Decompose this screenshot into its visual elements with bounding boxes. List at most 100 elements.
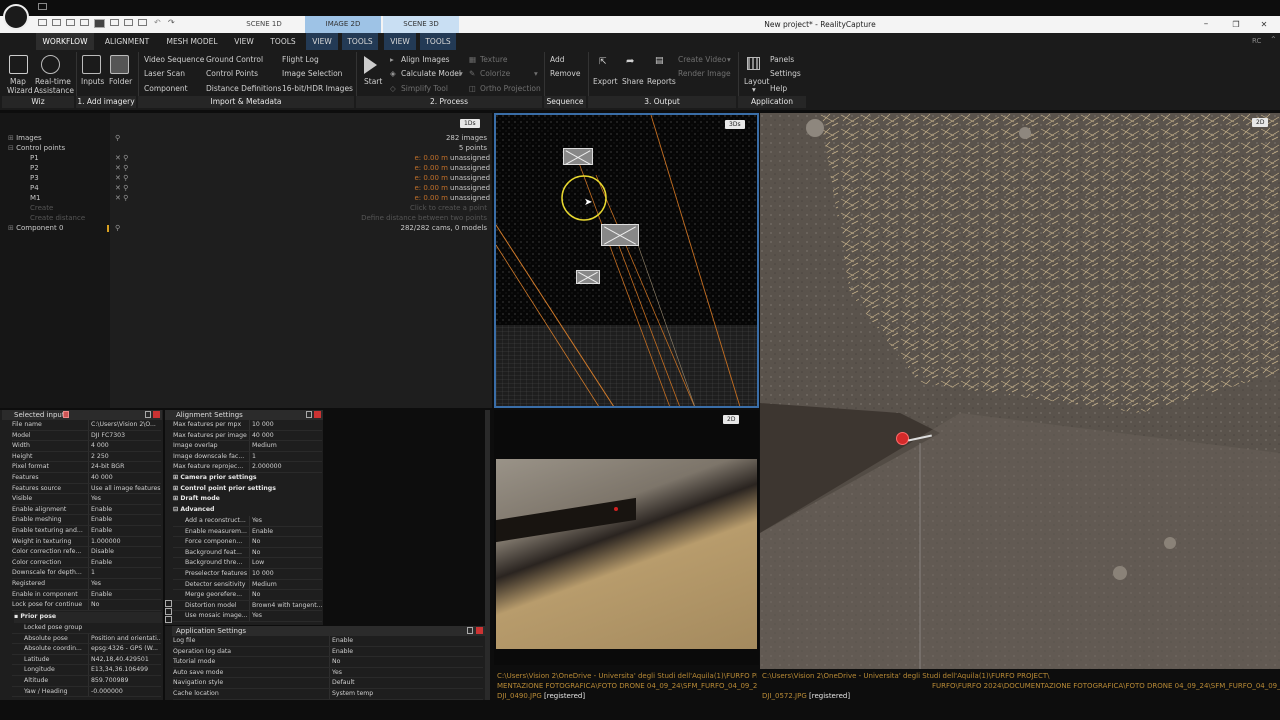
property-row[interactable]: Enable texturing and... Enable	[12, 526, 161, 537]
property-value[interactable]: Default	[329, 678, 483, 689]
share-button[interactable]: Share	[622, 77, 644, 86]
folder-button[interactable]: Folder	[109, 77, 132, 86]
property-value[interactable]: Medium	[249, 441, 322, 451]
property-value[interactable]: 1.000000	[88, 536, 161, 547]
menu-tools[interactable]: TOOLS	[266, 33, 300, 50]
close-panel-icon[interactable]	[476, 627, 483, 634]
panels-button[interactable]: Panels	[770, 55, 794, 64]
property-row[interactable]: Features 40 000	[12, 473, 161, 484]
maximize-button[interactable]: ❐	[1228, 16, 1244, 33]
property-row[interactable]: Downscale for depth... 1	[12, 568, 161, 579]
property-row[interactable]: Color correction refe... Disable	[12, 547, 161, 558]
flight-log-button[interactable]: Flight Log	[282, 55, 319, 64]
property-value[interactable]: Yes	[249, 516, 322, 526]
share-icon[interactable]: ➦	[626, 56, 634, 67]
property-value[interactable]: Enable	[88, 526, 161, 536]
delete-pin-icon[interactable]: ✕ ⚲	[115, 184, 128, 192]
property-value[interactable]: No	[249, 547, 322, 558]
property-value[interactable]: Enable	[249, 526, 322, 537]
menu-image-tools[interactable]: TOOLS	[342, 33, 378, 50]
calculate-model-button[interactable]: Calculate Model	[401, 69, 461, 78]
property-value[interactable]: DJI FC7303	[88, 430, 161, 441]
sequence-remove-button[interactable]: Remove	[550, 69, 580, 78]
menu-scene-tools[interactable]: TOOLS	[420, 33, 456, 50]
property-value[interactable]: Yes	[88, 579, 161, 589]
chevron-down-icon[interactable]: ▾	[534, 69, 538, 78]
pin-icon[interactable]: ⚲	[115, 224, 120, 232]
property-row[interactable]: Locked pose group	[12, 623, 161, 634]
property-row[interactable]: Absolute coordin... epsg:4326 - GPS (W...	[12, 644, 161, 655]
property-value[interactable]: 10 000	[249, 420, 322, 430]
layout-icon[interactable]	[138, 19, 147, 26]
property-row[interactable]: Force componen... No	[173, 537, 322, 548]
layout-icon[interactable]	[747, 57, 760, 70]
map-wizard-label[interactable]: Map	[10, 77, 26, 86]
tab-scene-3d[interactable]: SCENE 3D	[383, 16, 459, 33]
tab-image-2d[interactable]: IMAGE 2D	[305, 16, 381, 33]
property-value[interactable]: 859.700989	[88, 676, 161, 686]
pin-icon[interactable]	[63, 411, 69, 418]
folder-icon[interactable]	[110, 55, 129, 74]
property-row[interactable]: Background thre... Low	[173, 558, 322, 569]
property-row[interactable]: Features source Use all image features	[12, 483, 161, 495]
restore-panel-icon[interactable]	[145, 411, 151, 418]
property-row[interactable]: Max feature reprojec... 2.000000	[173, 462, 322, 473]
property-row[interactable]: Max features per image 40 000	[173, 430, 322, 442]
property-value[interactable]: Medium	[249, 579, 322, 590]
image-2d-large-view[interactable]: 2D	[760, 113, 1280, 669]
property-row[interactable]: File name C:\Users\Vision 2\O...	[12, 420, 161, 431]
property-value[interactable]: Enable	[88, 504, 161, 515]
image-thumbnail[interactable]	[496, 459, 757, 649]
property-value[interactable]: 4 000	[88, 441, 161, 451]
delete-pin-icon[interactable]: ✕ ⚲	[115, 174, 128, 182]
property-row[interactable]: Visible Yes	[12, 494, 161, 505]
property-value[interactable]: Enable	[329, 636, 483, 646]
inputs-button[interactable]: Inputs	[81, 77, 104, 86]
tab-scene-1d[interactable]: SCENE 1D	[228, 16, 300, 33]
tree-control-point[interactable]: P3	[30, 174, 39, 182]
property-row[interactable]: Enable meshing Enable	[12, 515, 161, 526]
undo-icon[interactable]: ↶	[154, 18, 161, 27]
realtime-label[interactable]: Real-time	[35, 77, 71, 86]
property-row[interactable]: Add a reconstruct... Yes	[173, 516, 322, 527]
chevron-down-icon[interactable]: ▾	[727, 55, 731, 64]
settings-group[interactable]: ⊞ Control point prior settings	[173, 484, 322, 495]
layout-icon[interactable]	[124, 19, 133, 26]
tree-create[interactable]: Create	[30, 204, 53, 212]
panel-scrollbar[interactable]	[485, 410, 490, 700]
calculate-model-icon[interactable]: ◈	[390, 69, 396, 78]
colorize-button[interactable]: Colorize	[480, 69, 510, 78]
property-row[interactable]: Use mosaic image... Yes	[173, 611, 322, 622]
map-wizard-label2[interactable]: Wizard	[7, 86, 33, 95]
side-tool-icon[interactable]	[165, 608, 172, 615]
property-value[interactable]: 10 000	[249, 569, 322, 579]
prior-pose-group[interactable]: ▪ Prior pose	[14, 612, 162, 623]
property-row[interactable]: Enable in component Enable	[12, 589, 161, 601]
property-value[interactable]: No	[249, 590, 322, 600]
menu-view[interactable]: VIEW	[228, 33, 260, 50]
property-value[interactable]: Use all image features	[88, 483, 161, 494]
close-panel-icon[interactable]	[314, 411, 321, 418]
side-tool-icon[interactable]	[165, 600, 172, 607]
property-row[interactable]: Yaw / Heading -0.000000	[12, 686, 161, 698]
control-point-marker[interactable]	[614, 507, 618, 511]
property-value[interactable]: 1	[88, 568, 161, 579]
property-row[interactable]: Registered Yes	[12, 579, 161, 590]
render-image-button[interactable]: Render Image	[678, 69, 731, 78]
export-icon[interactable]: ⇱	[599, 57, 607, 67]
property-row[interactable]: Max features per mpx 10 000	[173, 420, 322, 431]
layout-button[interactable]: Layout	[744, 77, 770, 86]
help-button[interactable]: Help	[770, 84, 787, 93]
layout-icon[interactable]	[66, 19, 75, 26]
property-value[interactable]: 24-bit BGR	[88, 462, 161, 473]
create-video-button[interactable]: Create Video	[678, 55, 726, 64]
property-row[interactable]: Lock pose for continue No	[12, 600, 161, 611]
restore-panel-icon[interactable]	[306, 411, 312, 418]
redo-icon[interactable]: ↷	[168, 18, 175, 27]
property-value[interactable]: Enable	[88, 589, 161, 600]
reports-button[interactable]: Reports	[647, 77, 676, 86]
property-row[interactable]: Auto save mode Yes	[173, 667, 483, 679]
property-value[interactable]: Yes	[88, 494, 161, 504]
camera-frustum[interactable]	[576, 270, 600, 284]
camera-frustum[interactable]	[563, 148, 593, 165]
